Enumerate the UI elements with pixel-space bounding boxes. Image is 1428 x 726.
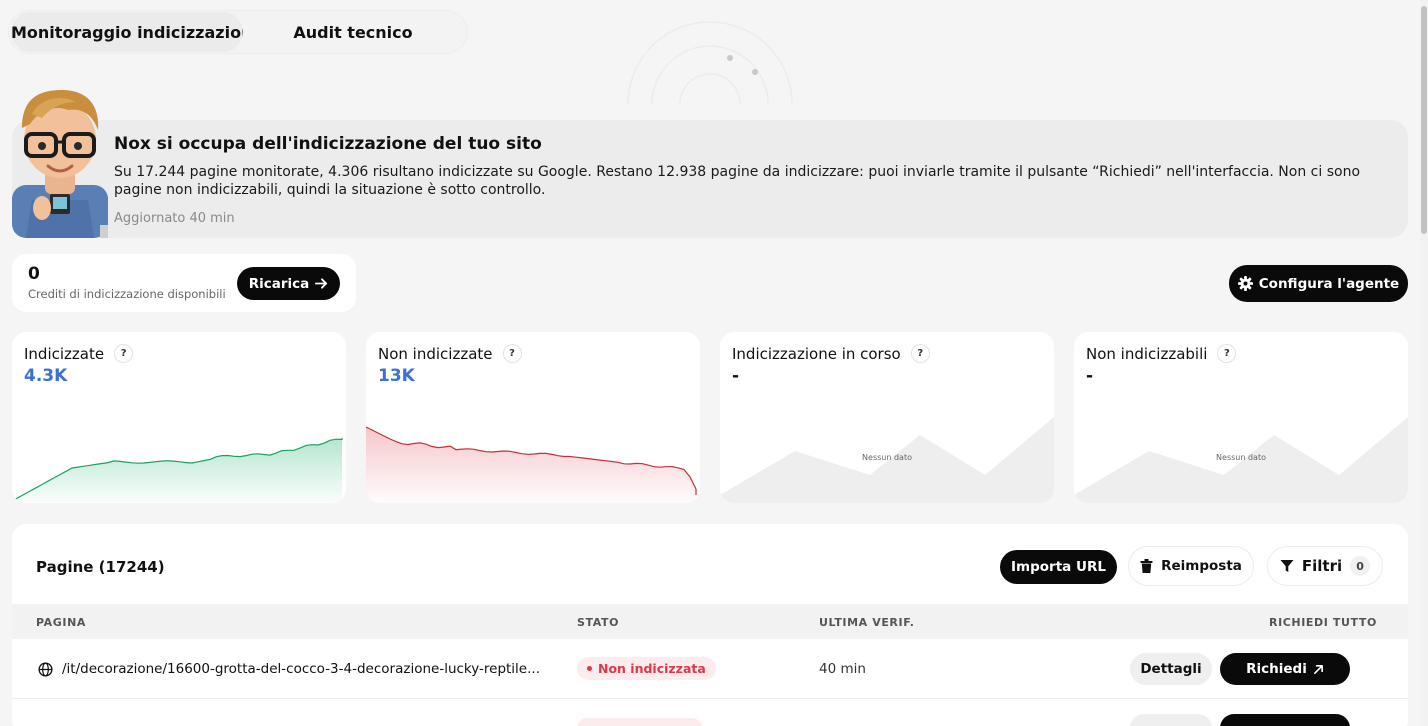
funnel-icon <box>1280 560 1294 572</box>
filter-count-badge: 0 <box>1350 556 1371 576</box>
card-in-progress-title: Indicizzazione in corso <box>732 344 901 363</box>
reset-button[interactable]: Reimposta <box>1128 546 1254 586</box>
import-url-button[interactable]: Importa URL <box>1000 550 1117 584</box>
status-dot <box>587 666 592 671</box>
arrow-up-right-icon <box>1313 664 1323 674</box>
details-button[interactable]: Dettagli <box>1130 653 1212 685</box>
tab-monitoring[interactable]: Monitoraggio indicizzazione <box>11 12 243 52</box>
scrollbar-thumb[interactable] <box>1421 6 1427 234</box>
card-indexed: Indicizzate ? 4.3K <box>12 332 346 503</box>
configure-agent-label: Configura l'agente <box>1258 275 1400 292</box>
column-page: PAGINA <box>36 616 87 629</box>
no-data-label: Nessun dato <box>1216 453 1266 462</box>
empty-chart-placeholder <box>1074 417 1408 503</box>
credits-label: Crediti di indicizzazione disponibili <box>28 287 226 301</box>
card-title: Indicizzate ? <box>24 344 134 363</box>
row-last-check: 40 min <box>819 661 866 677</box>
filter-button[interactable]: Filtri 0 <box>1267 546 1383 586</box>
reload-label: Ricarica <box>248 275 310 292</box>
indexed-sparkline <box>12 438 343 503</box>
not-indexed-sparkline <box>366 426 697 503</box>
help-icon[interactable]: ? <box>910 344 930 363</box>
status-text: Non indicizzata <box>598 661 706 676</box>
pages-title: Pagine (17244) <box>36 558 165 576</box>
card-indexed-title: Indicizzate <box>24 344 105 363</box>
tab-audit[interactable]: Audit tecnico <box>243 12 463 52</box>
tab-monitoring-label: Monitoraggio indicizzazione <box>11 22 243 42</box>
banner-title: Nox si occupa dell'indicizzazione del tu… <box>114 134 542 154</box>
card-not-indexable: Non indicizzabili ? - Nessun dato <box>1074 332 1408 503</box>
status-badge: Non indicizzata <box>577 657 716 680</box>
card-not-indexable-title: Non indicizzabili <box>1086 344 1208 363</box>
tab-audit-label: Audit tecnico <box>293 22 413 42</box>
globe-icon <box>38 661 53 677</box>
request-button[interactable]: Richiedi <box>1220 653 1350 685</box>
trash-icon <box>1140 559 1153 573</box>
column-status: STATO <box>577 616 620 629</box>
page-scrollbar[interactable] <box>1420 0 1428 726</box>
filter-label: Filtri <box>1301 557 1343 575</box>
row-url-text: /it/decorazione/16600-grotta-del-cocco-3… <box>62 661 540 677</box>
arrow-right-icon <box>315 278 328 289</box>
view-tabs: Monitoraggio indicizzazione Audit tecnic… <box>8 10 468 54</box>
card-title: Non indicizzate ? <box>378 344 522 363</box>
reload-button[interactable]: Ricarica <box>237 267 340 300</box>
empty-chart-placeholder <box>720 417 1054 503</box>
table-row <box>12 714 1408 726</box>
card-title: Non indicizzabili ? <box>1086 344 1237 363</box>
banner-text: Su 17.244 pagine monitorate, 4.306 risul… <box>114 164 1361 198</box>
details-button[interactable] <box>1130 714 1212 726</box>
card-not-indexed-title: Non indicizzate <box>378 344 493 363</box>
loading-arcs-decoration <box>627 21 793 104</box>
reset-label: Reimposta <box>1161 558 1242 574</box>
request-button[interactable] <box>1220 714 1350 726</box>
help-icon[interactable]: ? <box>502 344 522 363</box>
help-icon[interactable]: ? <box>1217 344 1237 363</box>
agent-avatar <box>12 90 108 238</box>
card-not-indexed: Non indicizzate ? 13K <box>366 332 700 503</box>
import-url-label: Importa URL <box>1011 559 1106 575</box>
details-label: Dettagli <box>1140 661 1202 677</box>
pages-panel: Pagine (17244) Importa URL Reimposta Fil… <box>12 524 1408 726</box>
card-title: Indicizzazione in corso ? <box>732 344 930 363</box>
help-icon[interactable]: ? <box>114 344 134 363</box>
no-data-label: Nessun dato <box>862 453 912 462</box>
credits-value: 0 <box>28 264 40 284</box>
request-label: Richiedi <box>1246 661 1307 677</box>
gear-icon <box>1237 276 1253 291</box>
banner-updated: Aggiornato 40 min <box>114 211 235 226</box>
column-last-check: ULTIMA VERIF. <box>819 616 915 629</box>
configure-agent-button[interactable]: Configura l'agente <box>1229 265 1408 302</box>
status-badge <box>577 718 702 726</box>
row-url[interactable]: /it/decorazione/16600-grotta-del-cocco-3… <box>38 661 540 677</box>
card-indexing-in-progress: Indicizzazione in corso ? - Nessun dato <box>720 332 1054 503</box>
table-header <box>12 604 1408 639</box>
request-all-link[interactable]: RICHIEDI TUTTO <box>1269 616 1377 629</box>
